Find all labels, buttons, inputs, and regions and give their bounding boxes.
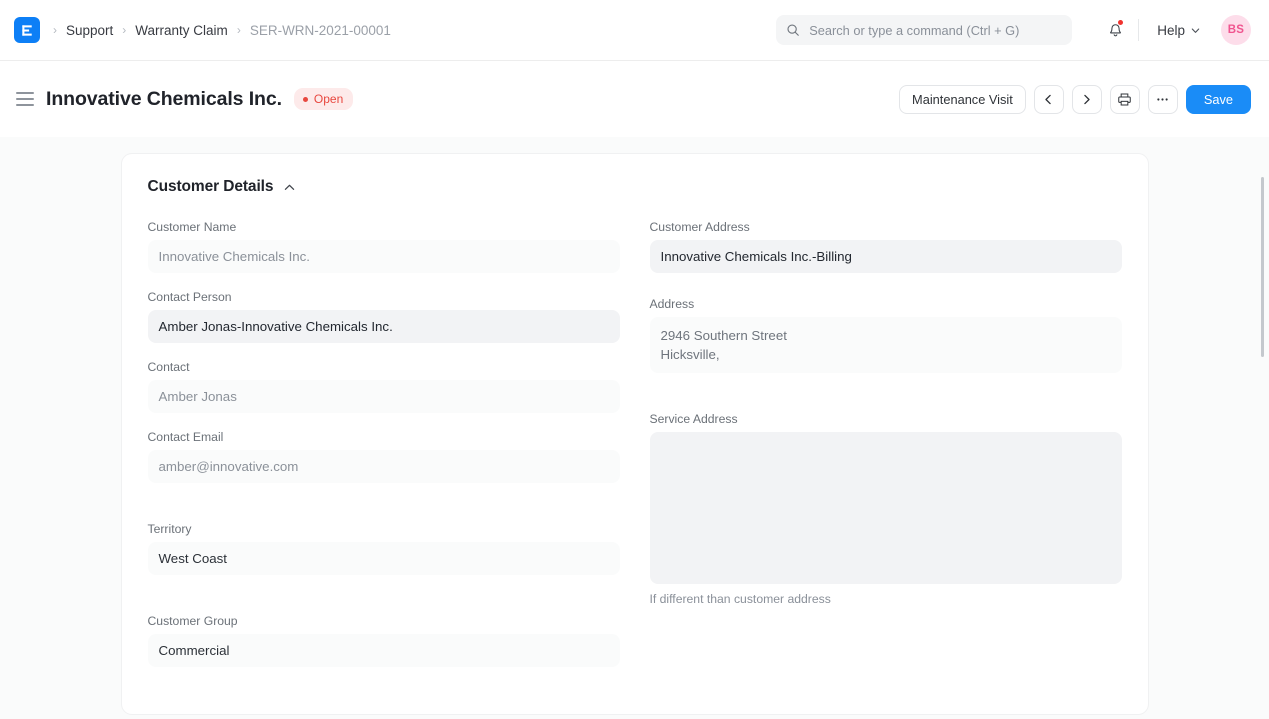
form-column-left: Customer Name Innovative Chemicals Inc. …	[148, 220, 620, 684]
address-line-2: Hicksville,	[661, 345, 1111, 364]
field-territory: Territory West Coast	[148, 522, 620, 575]
avatar[interactable]: BS	[1221, 15, 1251, 45]
field-label: Customer Address	[650, 220, 1122, 234]
breadcrumb-separator: ›	[53, 23, 57, 37]
customer-details-section-header[interactable]: Customer Details	[148, 178, 1122, 196]
search-input[interactable]: Search or type a command (Ctrl + G)	[776, 15, 1072, 45]
status-badge: Open	[294, 88, 353, 110]
help-menu[interactable]: Help	[1151, 19, 1207, 42]
search-placeholder: Search or type a command (Ctrl + G)	[809, 23, 1019, 38]
field-label: Contact Email	[148, 430, 620, 444]
layout-spacer	[650, 390, 1122, 412]
field-customer-group: Customer Group Commercial	[148, 614, 620, 667]
layout-spacer	[650, 290, 1122, 297]
breadcrumb-separator: ›	[237, 23, 241, 37]
page-header: Innovative Chemicals Inc. Open Maintenan…	[0, 61, 1269, 137]
service-address-helper-text: If different than customer address	[650, 592, 1122, 606]
page-title: Innovative Chemicals Inc.	[46, 88, 282, 111]
breadcrumb-separator: ›	[122, 23, 126, 37]
field-customer-name: Customer Name Innovative Chemicals Inc.	[148, 220, 620, 273]
breadcrumb: › Support › Warranty Claim › SER-WRN-202…	[44, 23, 391, 38]
chevron-up-icon[interactable]	[283, 181, 296, 194]
customer-address-input[interactable]: Innovative Chemicals Inc.-Billing	[650, 240, 1122, 273]
field-label: Service Address	[650, 412, 1122, 426]
form-columns: Customer Name Innovative Chemicals Inc. …	[148, 220, 1122, 684]
contact-person-input[interactable]: Amber Jonas-Innovative Chemicals Inc.	[148, 310, 620, 343]
top-navbar: › Support › Warranty Claim › SER-WRN-202…	[0, 0, 1269, 61]
contact-email-input[interactable]: amber@innovative.com	[148, 450, 620, 483]
form-column-right: Customer Address Innovative Chemicals In…	[650, 220, 1122, 684]
prev-record-button[interactable]	[1034, 85, 1064, 114]
address-display: 2946 Southern Street Hicksville,	[650, 317, 1122, 373]
scrollbar-thumb[interactable]	[1261, 177, 1264, 357]
save-button[interactable]: Save	[1186, 85, 1251, 114]
service-address-textarea[interactable]	[650, 432, 1122, 584]
section-title: Customer Details	[148, 178, 274, 196]
sidebar-toggle-icon[interactable]	[16, 89, 36, 109]
customer-name-input[interactable]: Innovative Chemicals Inc.	[148, 240, 620, 273]
printer-icon	[1117, 92, 1132, 107]
status-label: Open	[314, 92, 343, 106]
customer-group-input[interactable]: Commercial	[148, 634, 620, 667]
layout-spacer	[148, 592, 620, 614]
field-label: Customer Name	[148, 220, 620, 234]
more-actions-button[interactable]	[1148, 85, 1178, 114]
chevron-left-icon	[1042, 93, 1055, 106]
notifications-button[interactable]	[1098, 15, 1132, 45]
chevron-down-icon	[1190, 25, 1201, 36]
app-logo-icon[interactable]	[14, 17, 40, 43]
field-label: Customer Group	[148, 614, 620, 628]
scrollbar[interactable]	[1260, 137, 1266, 719]
maintenance-visit-button[interactable]: Maintenance Visit	[899, 85, 1026, 114]
navbar-divider	[1138, 19, 1139, 41]
field-label: Contact	[148, 360, 620, 374]
breadcrumb-item-warranty-claim[interactable]: Warranty Claim	[135, 23, 228, 38]
field-contact-person: Contact Person Amber Jonas-Innovative Ch…	[148, 290, 620, 343]
chevron-right-icon	[1080, 93, 1093, 106]
field-customer-address: Customer Address Innovative Chemicals In…	[650, 220, 1122, 273]
ellipsis-icon	[1155, 92, 1170, 107]
status-dot-icon	[303, 97, 308, 102]
field-service-address: Service Address If different than custom…	[650, 412, 1122, 606]
search-icon	[786, 23, 800, 37]
layout-spacer	[148, 500, 620, 522]
field-address: Address 2946 Southern Street Hicksville,	[650, 297, 1122, 373]
help-label: Help	[1157, 23, 1185, 38]
field-contact: Contact Amber Jonas	[148, 360, 620, 413]
page-actions: Maintenance Visit Save	[899, 85, 1251, 114]
field-label: Contact Person	[148, 290, 620, 304]
address-line-1: 2946 Southern Street	[661, 326, 1111, 345]
form-scroll-area: Customer Details Customer Name Innovativ…	[0, 137, 1269, 719]
next-record-button[interactable]	[1072, 85, 1102, 114]
field-label: Address	[650, 297, 1122, 311]
territory-input[interactable]: West Coast	[148, 542, 620, 575]
print-button[interactable]	[1110, 85, 1140, 114]
contact-input[interactable]: Amber Jonas	[148, 380, 620, 413]
navbar-right-group: Search or type a command (Ctrl + G) Help…	[776, 15, 1251, 45]
field-label: Territory	[148, 522, 620, 536]
breadcrumb-item-current: SER-WRN-2021-00001	[250, 23, 391, 38]
field-contact-email: Contact Email amber@innovative.com	[148, 430, 620, 483]
customer-details-card: Customer Details Customer Name Innovativ…	[121, 153, 1149, 715]
breadcrumb-item-support[interactable]: Support	[66, 23, 113, 38]
